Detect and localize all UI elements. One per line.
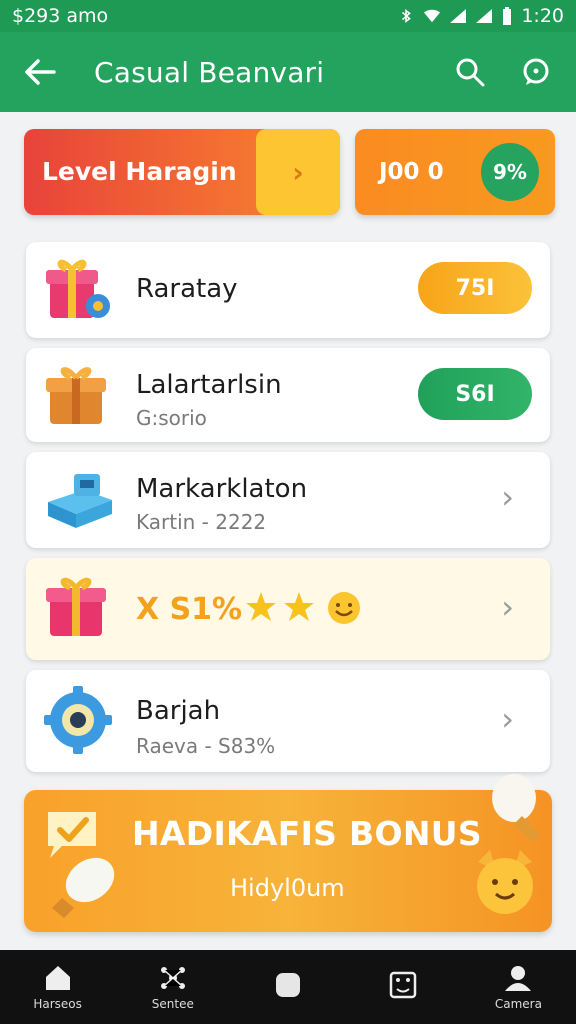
item-title: Barjah bbox=[136, 696, 221, 726]
battery-icon bbox=[503, 7, 512, 25]
nav-label: Camera bbox=[494, 997, 542, 1011]
nav-item-profile[interactable]: Camera bbox=[461, 950, 576, 1024]
bonus-subtitle: Hidyl0um bbox=[230, 874, 345, 902]
list-item-reward[interactable]: X S1% › bbox=[26, 558, 550, 660]
square-icon bbox=[276, 973, 300, 997]
gift-box-icon bbox=[46, 577, 106, 636]
gear-icon bbox=[44, 686, 112, 754]
item-subtitle: Kartin - 2222 bbox=[136, 510, 267, 534]
level-label: Level Haragin bbox=[42, 157, 237, 186]
wifi-icon bbox=[424, 9, 441, 23]
cash-register-icon bbox=[48, 474, 112, 528]
status-left-text: $293 amo bbox=[12, 5, 109, 27]
cat-face-icon bbox=[477, 850, 533, 914]
nav-item-network[interactable]: Sentee bbox=[115, 950, 230, 1024]
back-button[interactable] bbox=[18, 50, 62, 94]
profile-icon bbox=[505, 966, 532, 991]
chat-bubble-icon bbox=[523, 58, 549, 85]
percent-badge: 9% bbox=[481, 143, 539, 201]
network-icon bbox=[160, 967, 185, 989]
chevron-right-icon: › bbox=[501, 700, 514, 738]
home-icon bbox=[45, 966, 70, 990]
search-button[interactable] bbox=[448, 50, 492, 94]
score-value: J00 0 bbox=[379, 159, 444, 185]
lightbulb-icon bbox=[52, 857, 115, 918]
status-time: 1:20 bbox=[521, 5, 564, 27]
signal-icon bbox=[450, 9, 467, 23]
level-card[interactable]: Level Haragin › bbox=[24, 129, 340, 215]
bluetooth-icon bbox=[402, 9, 412, 23]
chevron-right-icon: › bbox=[501, 478, 514, 516]
page-title: Casual Beanvari bbox=[94, 55, 325, 89]
nav-item-home[interactable]: Harseos bbox=[0, 950, 115, 1024]
chevron-right-icon: › bbox=[501, 588, 514, 626]
treasure-box-icon bbox=[46, 367, 106, 424]
search-icon bbox=[456, 58, 485, 87]
bonus-title: HADIKAFIS BONUS bbox=[132, 814, 482, 853]
status-icons: 1:20 bbox=[397, 5, 564, 27]
list-item-markarklaton[interactable]: Markarklaton Kartin - 2222 › bbox=[26, 452, 550, 548]
reward-text: X S1% bbox=[136, 592, 243, 627]
bonus-banner[interactable]: HADIKAFIS BONUS Hidyl0um bbox=[24, 790, 552, 932]
item-subtitle: G:sorio bbox=[136, 406, 207, 430]
gift-box-icon bbox=[46, 259, 110, 318]
bottom-navigation: Harseos Sentee Camera bbox=[0, 950, 576, 1024]
chat-button[interactable] bbox=[514, 50, 558, 94]
item-title: Lalartarlsin bbox=[136, 370, 282, 400]
item-title: Markarklaton bbox=[136, 474, 308, 504]
item-subtitle: Raeva - S83% bbox=[136, 734, 276, 758]
nav-item-square[interactable] bbox=[230, 950, 345, 1024]
list-item-lalartarlsin[interactable]: Lalartarlsin G:sorio S6I bbox=[26, 348, 550, 442]
signal-icon-2 bbox=[476, 9, 493, 23]
star-icon bbox=[246, 592, 276, 621]
item-title: Raratay bbox=[136, 274, 238, 304]
nav-label: Harseos bbox=[33, 997, 82, 1011]
arrow-left-icon bbox=[25, 59, 56, 85]
nav-item-dice[interactable] bbox=[346, 950, 461, 1024]
dice-icon bbox=[389, 971, 417, 999]
star-icon-2 bbox=[284, 592, 314, 621]
list-item-raratay[interactable]: Raratay 75I bbox=[26, 242, 550, 338]
app-bar: Casual Beanvari bbox=[0, 32, 576, 112]
lightbulb-icon-2 bbox=[492, 774, 540, 842]
status-bar: $293 amo 1:20 bbox=[0, 0, 576, 32]
level-arrow-button[interactable]: › bbox=[256, 129, 340, 215]
nav-label: Sentee bbox=[151, 997, 194, 1011]
item-badge-orange[interactable]: 75I bbox=[418, 262, 532, 314]
score-card[interactable]: J00 0 9% bbox=[355, 129, 555, 215]
smiley-icon bbox=[328, 592, 360, 624]
item-badge-green[interactable]: S6I bbox=[418, 368, 532, 420]
list-item-barjah[interactable]: Barjah Raeva - S83% › bbox=[26, 670, 550, 772]
